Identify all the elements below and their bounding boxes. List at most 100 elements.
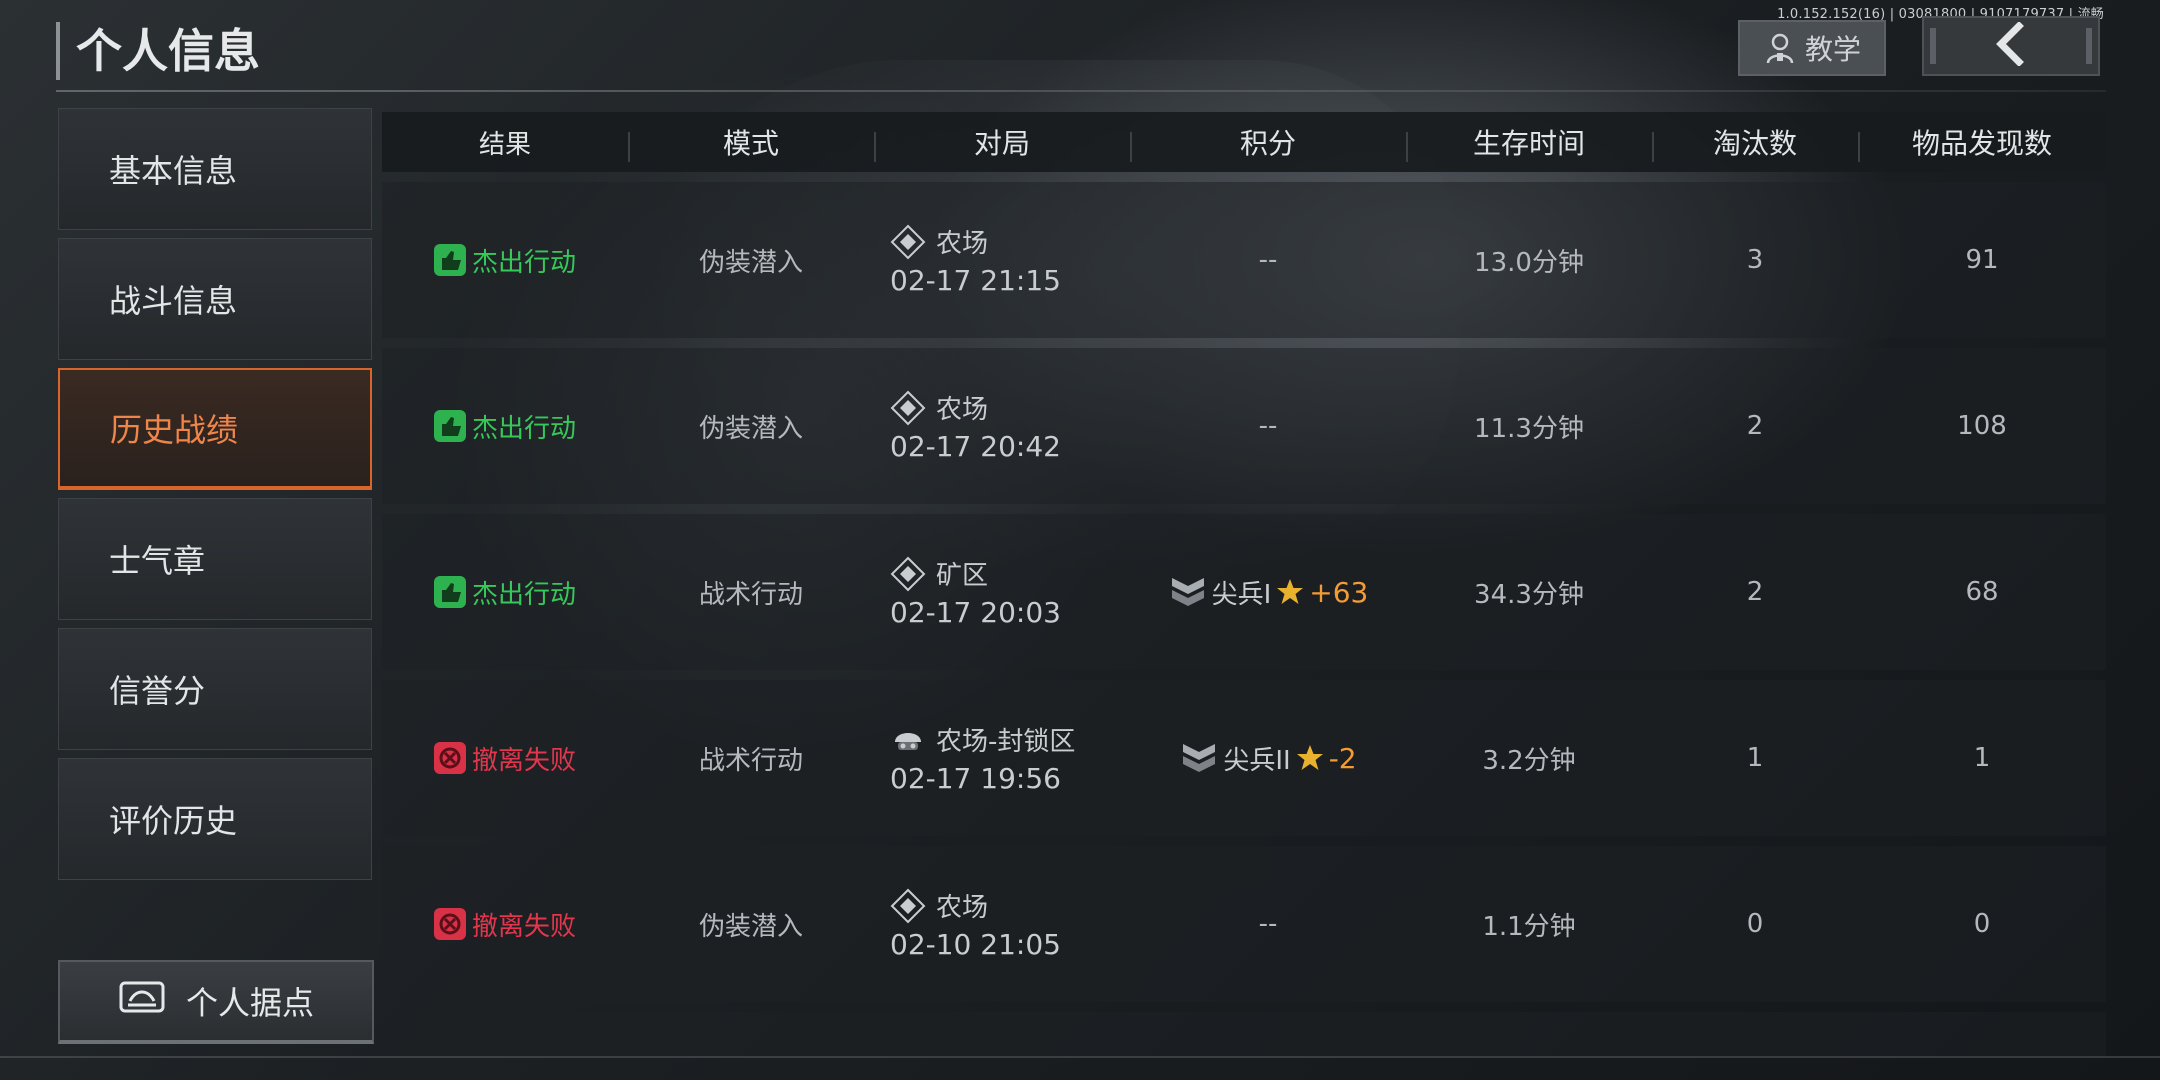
match-cell: 农场 02-17 21:15	[874, 223, 1130, 297]
result-cell: 杰出行动	[382, 574, 628, 611]
chevron-rank-icon	[1168, 572, 1208, 612]
sidebar-item-battle-info[interactable]: 战斗信息	[58, 238, 372, 360]
person-icon	[1763, 31, 1797, 65]
score-cell: --	[1130, 411, 1406, 441]
survival-time-cell: 1.1分钟	[1482, 911, 1576, 942]
score-value: --	[1258, 245, 1278, 275]
fail-badge-icon	[433, 742, 466, 774]
table-row[interactable]: 撤离失败 战术行动 农场-封锁区 02-17 19:56 尖兵II -2 3.2…	[382, 680, 2106, 836]
bottom-divider	[0, 1056, 2160, 1058]
sidebar-item-label: 基本信息	[109, 152, 238, 190]
survival-time-cell: 13.0分钟	[1474, 247, 1584, 278]
match-cell: 矿区 02-17 20:03	[874, 555, 1130, 629]
sidebar: 基本信息 战斗信息 历史战绩 士气章 信誉分 评价历史	[58, 108, 374, 888]
map-name: 矿区	[936, 561, 989, 591]
thumbs-up-icon	[433, 576, 466, 608]
diamond-map-icon	[890, 556, 926, 592]
score-cell: --	[1130, 245, 1406, 275]
kills-cell: 1	[1746, 743, 1764, 773]
tutorial-label: 教学	[1804, 33, 1861, 66]
helmet-map-icon	[890, 722, 926, 758]
table-row[interactable]: 杰出行动 伪装潜入 农场 02-17 20:42 -- 11.3分钟 2 108	[382, 348, 2106, 504]
map-name: 农场-封锁区	[936, 727, 1076, 757]
result-label: 撤离失败	[471, 745, 576, 776]
column-header-kills: 淘汰数	[1652, 122, 1858, 162]
result-cell: 撤离失败	[382, 906, 628, 943]
match-datetime: 02-17 19:56	[890, 762, 1061, 795]
map-name: 农场	[936, 395, 989, 425]
items-found-cell: 68	[1965, 577, 1999, 607]
personal-base-button[interactable]: 个人据点	[58, 960, 374, 1044]
items-found-cell: 0	[1973, 909, 1991, 939]
score-cell: 尖兵I +63	[1130, 572, 1406, 612]
sidebar-item-review-history[interactable]: 评价历史	[58, 758, 372, 880]
thumbs-up-icon	[433, 410, 466, 442]
table-row[interactable]: 撤离失败 伪装潜入 农场 02-10 21:05 -- 1.1分钟 0 0	[382, 846, 2106, 1002]
chevron-left-icon	[1989, 21, 2033, 70]
sidebar-item-match-history[interactable]: 历史战绩	[58, 368, 372, 490]
personal-base-label: 个人据点	[185, 984, 314, 1022]
star-icon	[1295, 743, 1325, 773]
survival-time-cell: 34.3分钟	[1474, 579, 1584, 610]
kills-cell: 2	[1746, 577, 1764, 607]
survival-time-cell: 11.3分钟	[1474, 413, 1584, 444]
sidebar-item-label: 战斗信息	[109, 282, 238, 320]
diamond-map-icon	[890, 390, 926, 426]
table-header: 结果 模式 对局 积分 生存时间 淘汰数 物品发现数	[382, 112, 2106, 172]
survival-time-cell: 3.2分钟	[1482, 745, 1576, 776]
result-cell: 杰出行动	[382, 408, 628, 445]
match-cell: 农场-封锁区 02-17 19:56	[874, 721, 1130, 795]
column-header-survival: 生存时间	[1406, 122, 1652, 162]
kills-cell: 3	[1746, 245, 1764, 275]
column-header-score: 积分	[1130, 122, 1406, 162]
map-name: 农场	[936, 229, 989, 259]
mode-cell: 伪装潜入	[698, 413, 803, 444]
match-history-table: 结果 模式 对局 积分 生存时间 淘汰数 物品发现数 杰出行动 伪装潜入 农场 …	[382, 112, 2106, 1056]
sidebar-item-morale-badge[interactable]: 士气章	[58, 498, 372, 620]
match-datetime: 02-17 21:15	[890, 264, 1061, 297]
mode-cell: 战术行动	[698, 745, 803, 776]
result-label: 杰出行动	[471, 413, 576, 444]
sidebar-item-label: 士气章	[109, 542, 206, 580]
score-cell: --	[1130, 909, 1406, 939]
tutorial-button[interactable]: 教学	[1738, 20, 1886, 76]
result-label: 杰出行动	[471, 579, 576, 610]
column-header-result: 结果	[478, 129, 531, 160]
score-delta: +63	[1309, 575, 1369, 609]
fail-badge-icon	[433, 908, 466, 940]
match-cell: 农场 02-17 20:42	[874, 389, 1130, 463]
items-found-cell: 91	[1965, 245, 1999, 275]
sidebar-item-credit-score[interactable]: 信誉分	[58, 628, 372, 750]
column-header-match: 对局	[874, 122, 1130, 162]
result-label: 撤离失败	[471, 911, 576, 942]
table-row[interactable]: 杰出行动 战术行动 矿区 02-17 20:03 尖兵I +63 34.3分钟 …	[382, 514, 2106, 670]
items-found-cell: 108	[1957, 411, 2007, 441]
result-cell: 杰出行动	[382, 242, 628, 279]
match-cell: 农场 02-10 21:05	[874, 887, 1130, 961]
star-icon	[1275, 577, 1305, 607]
base-icon	[118, 979, 166, 1023]
table-row-partial[interactable]	[382, 1012, 2106, 1056]
back-button[interactable]	[1922, 16, 2100, 76]
mode-cell: 伪装潜入	[698, 247, 803, 278]
score-cell: 尖兵II -2	[1130, 738, 1406, 778]
sidebar-item-label: 信誉分	[109, 672, 206, 710]
table-row[interactable]: 杰出行动 伪装潜入 农场 02-17 21:15 -- 13.0分钟 3 91	[382, 182, 2106, 338]
sidebar-item-label: 评价历史	[109, 802, 238, 840]
score-value: --	[1258, 909, 1278, 939]
rank-name: 尖兵I	[1211, 579, 1272, 610]
match-datetime: 02-17 20:42	[890, 430, 1061, 463]
items-found-cell: 1	[1973, 743, 1991, 773]
title-divider	[56, 90, 2106, 92]
match-datetime: 02-10 21:05	[890, 928, 1061, 961]
score-value: --	[1258, 411, 1278, 441]
thumbs-up-icon	[433, 244, 466, 276]
diamond-map-icon	[890, 224, 926, 260]
score-delta: -2	[1328, 741, 1357, 775]
column-header-items: 物品发现数	[1858, 122, 2106, 162]
map-name: 农场	[936, 893, 989, 923]
mode-cell: 战术行动	[698, 579, 803, 610]
sidebar-item-basic-info[interactable]: 基本信息	[58, 108, 372, 230]
sidebar-item-label: 历史战绩	[110, 411, 239, 449]
rank-name: 尖兵II	[1223, 745, 1291, 776]
